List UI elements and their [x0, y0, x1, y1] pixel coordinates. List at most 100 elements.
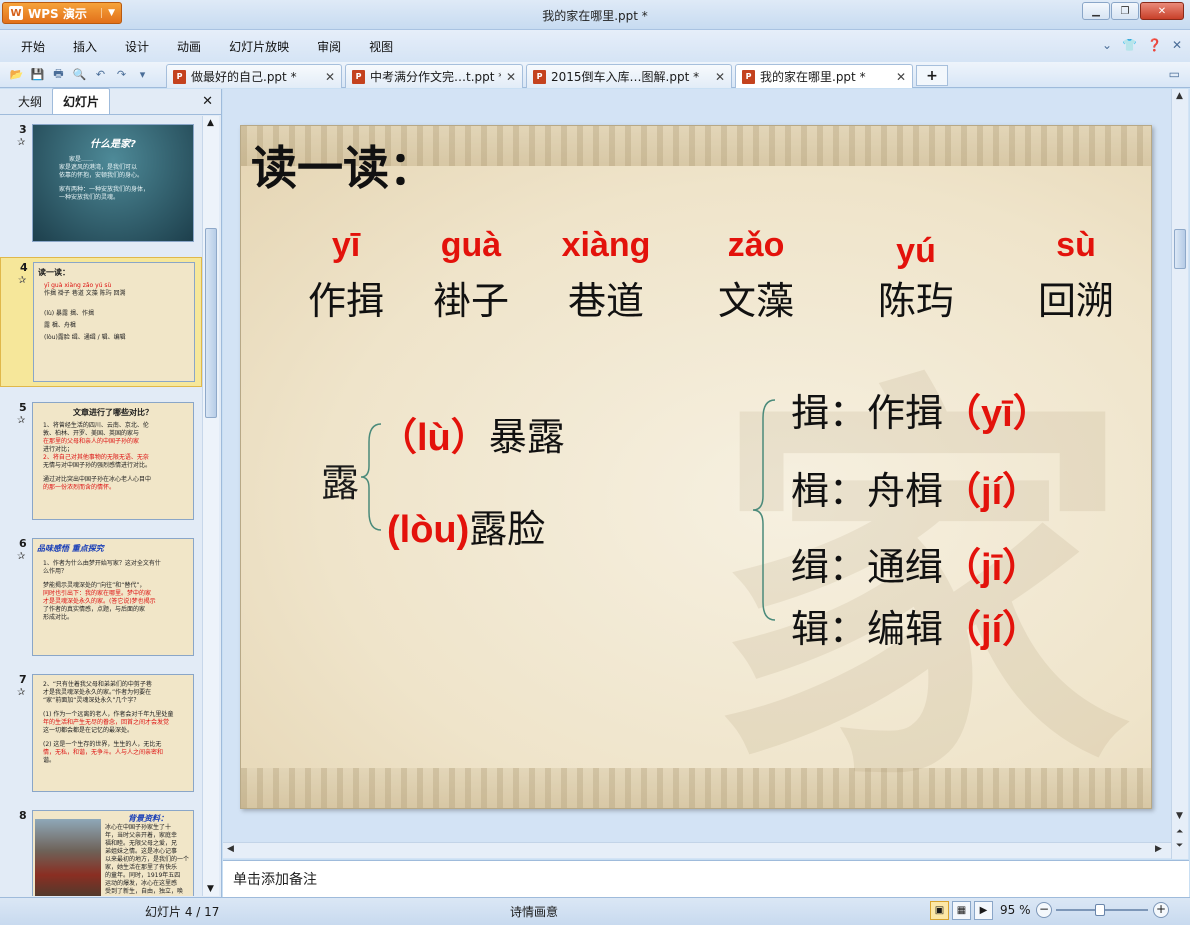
slide-number: 7 — [19, 673, 27, 686]
minimize-icon[interactable]: ▁ — [1082, 2, 1110, 20]
word-card: xiàng 巷道 — [541, 226, 671, 325]
save-icon[interactable]: 💾 — [29, 66, 46, 83]
slide-sorter-icon[interactable]: ▦ — [952, 901, 971, 920]
thumbnail-scrollbar[interactable]: ▲ ▼ — [202, 116, 219, 896]
character-pinyin: （jī） — [943, 547, 1041, 589]
slide-vertical-scrollbar[interactable]: ▲ ▼ ⏶ ⏷ — [1171, 89, 1188, 859]
polyphone-char: 露 — [321, 461, 360, 505]
customize-toolbar-icon[interactable]: ▾ — [134, 66, 151, 83]
thumb-title: 读一读： — [38, 268, 70, 277]
maximize-icon[interactable]: ❐ — [1111, 2, 1139, 20]
tab-outline[interactable]: 大纲 — [8, 89, 52, 114]
slide-thumbnail-3[interactable]: 3 ✰ 什么是家? 家是…… 家是遮风的港湾，是我们可以 依靠的怀抱，安顿我们的… — [0, 120, 202, 246]
tab-document-1[interactable]: P 做最好的自己.ppt * ✕ — [166, 64, 342, 88]
previous-slide-icon[interactable]: ⏶ — [1176, 827, 1183, 837]
scroll-thumb[interactable] — [1174, 229, 1186, 269]
print-preview-icon[interactable]: 🔍 — [71, 66, 88, 83]
collapse-ribbon-icon[interactable]: ⌄ — [1102, 38, 1112, 52]
print-icon[interactable]: 🖶 — [50, 66, 67, 83]
scroll-left-icon[interactable]: ◀ — [227, 844, 234, 854]
tab-slides[interactable]: 幻灯片 — [52, 88, 111, 114]
thumb-text: 以来最初的地方，是我们的一个 — [105, 856, 190, 863]
slide-canvas[interactable]: 家 读一读： yī 作揖 guà 褂子 xiàng 巷道 zǎo 文藻 yú 陈… — [240, 125, 1152, 809]
slideshow-icon[interactable]: ▶ — [974, 901, 993, 920]
slide-number: 5 — [19, 401, 27, 414]
reading-pinyin: （lù） — [379, 417, 489, 459]
character-pinyin: （jí） — [943, 471, 1041, 513]
thumb-text: 2、“只有住着我父母和弟弟们的中剪子巷 — [43, 681, 152, 688]
thumb-title: 文章进行了哪些对比？ — [73, 408, 153, 417]
thumb-text: 福和睦。无限父母之爱，兄 — [105, 840, 178, 847]
menu-home[interactable]: 开始 — [10, 38, 62, 55]
word-card: yī 作揖 — [291, 226, 401, 325]
notes-pane[interactable]: 单击添加备注 — [223, 860, 1189, 897]
slide-horizontal-scrollbar[interactable]: ◀ ▶ — [223, 842, 1171, 858]
scroll-up-icon[interactable]: ▲ — [207, 118, 214, 128]
word-hanzi: 陈玙 — [877, 279, 954, 323]
word-hanzi: 巷道 — [567, 279, 644, 323]
thumb-text: 的那一份浓烈而含的情怀。 — [43, 484, 116, 491]
thumb-text: 同时也引出下：我的家在哪里。梦中的家 — [43, 590, 152, 597]
character-line: 辑：编辑（jí） — [791, 598, 1040, 653]
character-label: 楫： — [791, 469, 868, 513]
word-pinyin: yú — [896, 232, 936, 270]
ppt-file-icon: P — [352, 69, 365, 84]
slide-number: 3 — [19, 123, 27, 136]
thumbnail-preview: 背景资料： 冰心在中国子孙家生了十 年，当时父亲开着，家庭幸 福和睦。无限父母之… — [32, 810, 194, 896]
thumb-text: 依靠的怀抱，安顿我们的身心。 — [59, 172, 144, 179]
help-icon[interactable]: ❓ — [1147, 38, 1162, 52]
tab-document-3[interactable]: P 2015倒车入库…图解.ppt * ✕ — [526, 64, 732, 88]
word-card: yú 陈玙 — [861, 232, 971, 325]
open-folder-icon[interactable]: 📂 — [8, 66, 25, 83]
word-pinyin: yī — [331, 226, 361, 264]
tab-close-icon[interactable]: ✕ — [506, 70, 516, 84]
close-icon[interactable]: ✕ — [1140, 2, 1184, 20]
character-word: 作揖 — [867, 391, 944, 435]
slide-counter: 幻灯片 4 / 17 — [145, 905, 220, 919]
character-word: 通缉 — [867, 545, 944, 589]
ribbon-close-icon[interactable]: ✕ — [1172, 38, 1182, 52]
ppt-file-icon: P — [742, 69, 755, 84]
word-pinyin: xiàng — [561, 226, 651, 264]
slide-thumbnail-5[interactable]: 5 ✰ 文章进行了哪些对比？ 1、将曾经生活的四川、云南、京北、伦 敦、柏林、开… — [0, 398, 202, 524]
thumb-text: “家”前面加“灵魂深处永久”几个字？ — [43, 697, 140, 704]
zoom-in-icon[interactable]: + — [1153, 902, 1169, 918]
animation-star-icon: ✰ — [17, 687, 26, 698]
menu-slideshow[interactable]: 幻灯片放映 — [218, 38, 306, 55]
tab-document-4[interactable]: P 我的家在哪里.ppt * ✕ — [735, 64, 913, 88]
word-hanzi: 作揖 — [307, 279, 384, 323]
new-tab-button[interactable]: + — [916, 65, 948, 86]
undo-icon[interactable]: ↶ — [92, 66, 109, 83]
scroll-up-icon[interactable]: ▲ — [1176, 91, 1183, 101]
scroll-down-icon[interactable]: ▼ — [207, 884, 214, 894]
reading-pinyin: (lòu) — [387, 509, 470, 551]
courtyard-photo — [35, 819, 101, 896]
panel-close-icon[interactable]: ✕ — [202, 94, 213, 109]
scroll-down-icon[interactable]: ▼ — [1176, 811, 1183, 821]
thumb-text: 年，当时父亲开着，家庭幸 — [105, 832, 178, 839]
menu-view[interactable]: 视图 — [358, 38, 410, 55]
next-slide-icon[interactable]: ⏷ — [1176, 841, 1183, 851]
slide-thumbnail-6[interactable]: 6 ✰ 品味感悟 重点探究 1、作者为什么由梦开始写家？这对全文有什 么作用？ … — [0, 534, 202, 660]
normal-view-icon[interactable]: ▣ — [930, 901, 949, 920]
slide-thumbnail-8[interactable]: 8 背景资料： 冰心在中国子孙家生了十 年，当时父亲开着，家庭幸 福和睦。无限父… — [0, 806, 202, 896]
menu-animation[interactable]: 动画 — [166, 38, 218, 55]
view-buttons: ▣ ▦ ▶ — [930, 901, 993, 920]
menu-insert[interactable]: 插入 — [62, 38, 114, 55]
zoom-slider-handle[interactable] — [1095, 904, 1105, 916]
skin-icon[interactable]: 👕 — [1122, 38, 1137, 52]
scroll-thumb[interactable] — [205, 228, 217, 418]
zoom-out-icon[interactable]: − — [1036, 902, 1052, 918]
redo-icon[interactable]: ↷ — [113, 66, 130, 83]
menu-design[interactable]: 设计 — [114, 38, 166, 55]
slide-thumbnail-7[interactable]: 7 ✰ 2、“只有住着我父母和弟弟们的中剪子巷 才是我灵魂深处永久的家。”作者为… — [0, 670, 202, 796]
scroll-right-icon[interactable]: ▶ — [1155, 844, 1162, 854]
tab-close-icon[interactable]: ✕ — [715, 70, 725, 84]
slide-thumbnail-4[interactable]: 4 ✰ 读一读： yī guà xiàng zǎo yú sù 作揖 褂子 巷道… — [0, 257, 202, 387]
tab-close-icon[interactable]: ✕ — [896, 70, 906, 84]
tab-close-icon[interactable]: ✕ — [325, 70, 335, 84]
tab-list-icon[interactable]: ▭ — [1169, 67, 1180, 81]
title-bar: W WPS 演示 ▼ 我的家在哪里.ppt * ▁ ❐ ✕ — [0, 0, 1190, 30]
menu-review[interactable]: 审阅 — [306, 38, 358, 55]
tab-document-2[interactable]: P 中考满分作文完…t.ppt * ✕ — [345, 64, 523, 88]
